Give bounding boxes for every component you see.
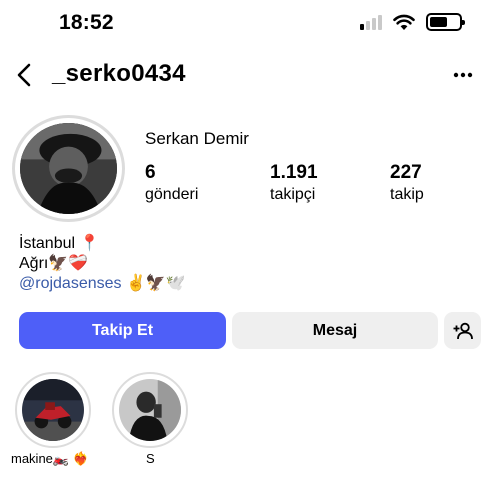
bio-mention-emojis: ✌️🦅🕊️ bbox=[121, 275, 186, 292]
profile-username: _serko0434 bbox=[52, 60, 186, 87]
highlight-label: S bbox=[146, 451, 155, 466]
story-highlight[interactable]: S bbox=[112, 372, 190, 466]
highlight-cover-image bbox=[22, 379, 84, 441]
followers-count: 1.191 bbox=[270, 162, 318, 183]
status-time: 18:52 bbox=[59, 11, 114, 34]
highlight-label: makine🏍️ ❤️‍🔥 bbox=[11, 451, 89, 466]
stat-posts[interactable]: 6 gönderi bbox=[145, 162, 198, 204]
profile-display-name: Serkan Demir bbox=[145, 129, 249, 148]
bio-line-hometown: Ağrı🦅❤️‍🩹 bbox=[19, 255, 89, 272]
suggested-users-button[interactable] bbox=[444, 312, 481, 349]
posts-label: gönderi bbox=[145, 186, 199, 203]
following-label: takip bbox=[390, 186, 424, 203]
profile-header: _serko0434 bbox=[0, 54, 500, 96]
status-icons bbox=[360, 13, 465, 31]
highlight-ring bbox=[112, 372, 188, 448]
wifi-icon bbox=[393, 14, 415, 30]
highlight-cover-image bbox=[119, 379, 181, 441]
avatar-image bbox=[20, 123, 117, 214]
status-bar: 18:52 bbox=[0, 0, 500, 46]
bio-line-mention: @rojdasenses ✌️🦅🕊️ bbox=[19, 274, 186, 294]
profile-bio: İstanbul 📍 Ağrı🦅❤️‍🩹 @rojdasenses ✌️🦅🕊️ bbox=[19, 234, 186, 294]
bio-mention-link[interactable]: @rojdasenses bbox=[19, 275, 122, 292]
stat-following[interactable]: 227 takip bbox=[390, 162, 424, 204]
stat-followers[interactable]: 1.191 takipçi bbox=[270, 162, 318, 204]
posts-count: 6 bbox=[145, 162, 156, 183]
highlight-ring bbox=[15, 372, 91, 448]
back-chevron-icon[interactable] bbox=[12, 60, 36, 90]
more-options-icon[interactable] bbox=[448, 62, 478, 88]
follow-button[interactable]: Takip Et bbox=[19, 312, 226, 349]
profile-avatar[interactable] bbox=[12, 115, 125, 222]
battery-icon bbox=[426, 13, 465, 31]
story-highlight[interactable]: makine🏍️ ❤️‍🔥 bbox=[11, 372, 93, 466]
cellular-signal-icon bbox=[360, 14, 382, 30]
message-button[interactable]: Mesaj bbox=[232, 312, 438, 349]
add-person-icon bbox=[453, 322, 473, 339]
followers-label: takipçi bbox=[270, 186, 316, 203]
bio-line-location: İstanbul 📍 bbox=[19, 235, 100, 252]
following-count: 227 bbox=[390, 162, 422, 183]
